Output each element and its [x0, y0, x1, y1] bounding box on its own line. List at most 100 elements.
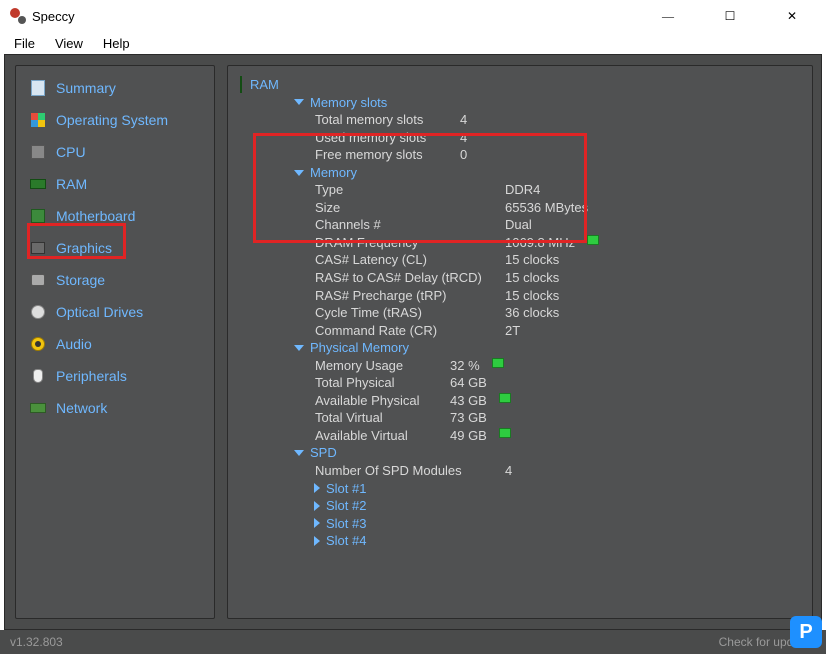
kv-value: 4: [460, 111, 467, 129]
sidebar-item-label: CPU: [56, 144, 86, 160]
subsection-label: Memory: [310, 164, 357, 182]
optical-icon: [30, 304, 46, 320]
sidebar-item-audio[interactable]: Audio: [20, 328, 210, 360]
menu-help[interactable]: Help: [97, 34, 136, 53]
kv-row: Command Rate (CR)2T: [240, 322, 802, 340]
kv-value: 2T: [505, 322, 520, 340]
kv-row: Cycle Time (tRAS)36 clocks: [240, 304, 802, 322]
indicator-icon: [587, 235, 599, 245]
kv-key: CAS# Latency (CL): [315, 251, 505, 269]
app-icon: [10, 8, 26, 24]
kv-value: 4: [460, 129, 467, 147]
minimize-button[interactable]: —: [646, 2, 690, 30]
kv-key: Size: [315, 199, 505, 217]
kv-value: 4: [505, 462, 512, 480]
sidebar-item-os[interactable]: Operating System: [20, 104, 210, 136]
kv-key: RAS# Precharge (tRP): [315, 287, 505, 305]
kv-row: Size65536 MBytes: [240, 199, 802, 217]
menu-view[interactable]: View: [49, 34, 89, 53]
close-button[interactable]: ✕: [770, 2, 814, 30]
network-icon: [30, 400, 46, 416]
kv-value: 73 GB: [450, 409, 487, 427]
sidebar-item-network[interactable]: Network: [20, 392, 210, 424]
slot-label: Slot #4: [326, 532, 366, 550]
ram-icon: [30, 176, 46, 192]
kv-key: Number Of SPD Modules: [315, 462, 505, 480]
spd-module-count-row: Number Of SPD Modules 4: [240, 462, 802, 480]
sidebar-item-summary[interactable]: Summary: [20, 72, 210, 104]
summary-icon: [30, 80, 46, 96]
subsection-memory-slots[interactable]: Memory slots: [240, 94, 802, 112]
kv-row: Total Virtual73 GB: [240, 409, 802, 427]
collapse-arrow-icon: [314, 501, 320, 511]
indicator-icon: [499, 428, 511, 438]
section-title: RAM: [250, 76, 279, 94]
sidebar-item-label: Network: [56, 400, 107, 416]
kv-row: CAS# Latency (CL)15 clocks: [240, 251, 802, 269]
maximize-button[interactable]: ☐: [708, 2, 752, 30]
kv-row: Used memory slots4: [240, 129, 802, 147]
sidebar-item-graphics[interactable]: Graphics: [20, 232, 210, 264]
menubar: File View Help: [0, 32, 826, 54]
kv-key: Channels #: [315, 216, 505, 234]
sidebar-item-optical[interactable]: Optical Drives: [20, 296, 210, 328]
content-panel: RAM Memory slots Total memory slots4Used…: [227, 65, 813, 619]
statusbar: v1.32.803 Check for updates: [0, 630, 826, 654]
slot-label: Slot #1: [326, 480, 366, 498]
collapse-arrow-icon: [314, 483, 320, 493]
expand-arrow-icon: [294, 170, 304, 176]
sidebar-item-label: Motherboard: [56, 208, 135, 224]
subsection-label: Physical Memory: [310, 339, 409, 357]
motherboard-icon: [30, 208, 46, 224]
subsection-label: SPD: [310, 444, 337, 462]
spd-slot-item[interactable]: Slot #2: [240, 497, 802, 515]
kv-value: 1069.8 MHz: [505, 234, 575, 252]
sidebar-item-ram[interactable]: RAM: [20, 168, 210, 200]
sidebar-item-label: Operating System: [56, 112, 168, 128]
sidebar-item-motherboard[interactable]: Motherboard: [20, 200, 210, 232]
kv-row: Memory Usage32 %: [240, 357, 802, 375]
kv-key: Type: [315, 181, 505, 199]
watermark-badge: P: [790, 616, 822, 648]
slot-label: Slot #2: [326, 497, 366, 515]
sidebar-item-label: RAM: [56, 176, 87, 192]
cpu-icon: [30, 144, 46, 160]
sidebar-item-cpu[interactable]: CPU: [20, 136, 210, 168]
peripherals-icon: [30, 368, 46, 384]
expand-arrow-icon: [294, 450, 304, 456]
sidebar-item-peripherals[interactable]: Peripherals: [20, 360, 210, 392]
sidebar-item-label: Graphics: [56, 240, 112, 256]
audio-icon: [30, 336, 46, 352]
version-label: v1.32.803: [10, 635, 63, 649]
workspace: Summary Operating System CPU RAM Motherb…: [4, 54, 822, 630]
spd-slot-item[interactable]: Slot #4: [240, 532, 802, 550]
subsection-physical-memory[interactable]: Physical Memory: [240, 339, 802, 357]
kv-key: Command Rate (CR): [315, 322, 505, 340]
sidebar-item-storage[interactable]: Storage: [20, 264, 210, 296]
sidebar: Summary Operating System CPU RAM Motherb…: [15, 65, 215, 619]
kv-row: Channels #Dual: [240, 216, 802, 234]
kv-value: 49 GB: [450, 427, 487, 445]
subsection-memory[interactable]: Memory: [240, 164, 802, 182]
spd-slot-item[interactable]: Slot #3: [240, 515, 802, 533]
kv-key: Total Virtual: [315, 409, 450, 427]
kv-value: 36 clocks: [505, 304, 559, 322]
kv-key: Used memory slots: [315, 129, 460, 147]
kv-value: 43 GB: [450, 392, 487, 410]
kv-row: Free memory slots0: [240, 146, 802, 164]
titlebar: Speccy — ☐ ✕: [0, 0, 826, 32]
spd-slot-item[interactable]: Slot #1: [240, 480, 802, 498]
expand-arrow-icon: [294, 99, 304, 105]
kv-value: DDR4: [505, 181, 540, 199]
sidebar-item-label: Peripherals: [56, 368, 127, 384]
sidebar-item-label: Optical Drives: [56, 304, 143, 320]
menu-file[interactable]: File: [8, 34, 41, 53]
kv-row: TypeDDR4: [240, 181, 802, 199]
subsection-spd[interactable]: SPD: [240, 444, 802, 462]
kv-value: 65536 MBytes: [505, 199, 588, 217]
kv-key: Cycle Time (tRAS): [315, 304, 505, 322]
kv-value: 15 clocks: [505, 269, 559, 287]
section-ram[interactable]: RAM: [240, 76, 802, 94]
indicator-icon: [492, 358, 504, 368]
kv-row: Total memory slots4: [240, 111, 802, 129]
